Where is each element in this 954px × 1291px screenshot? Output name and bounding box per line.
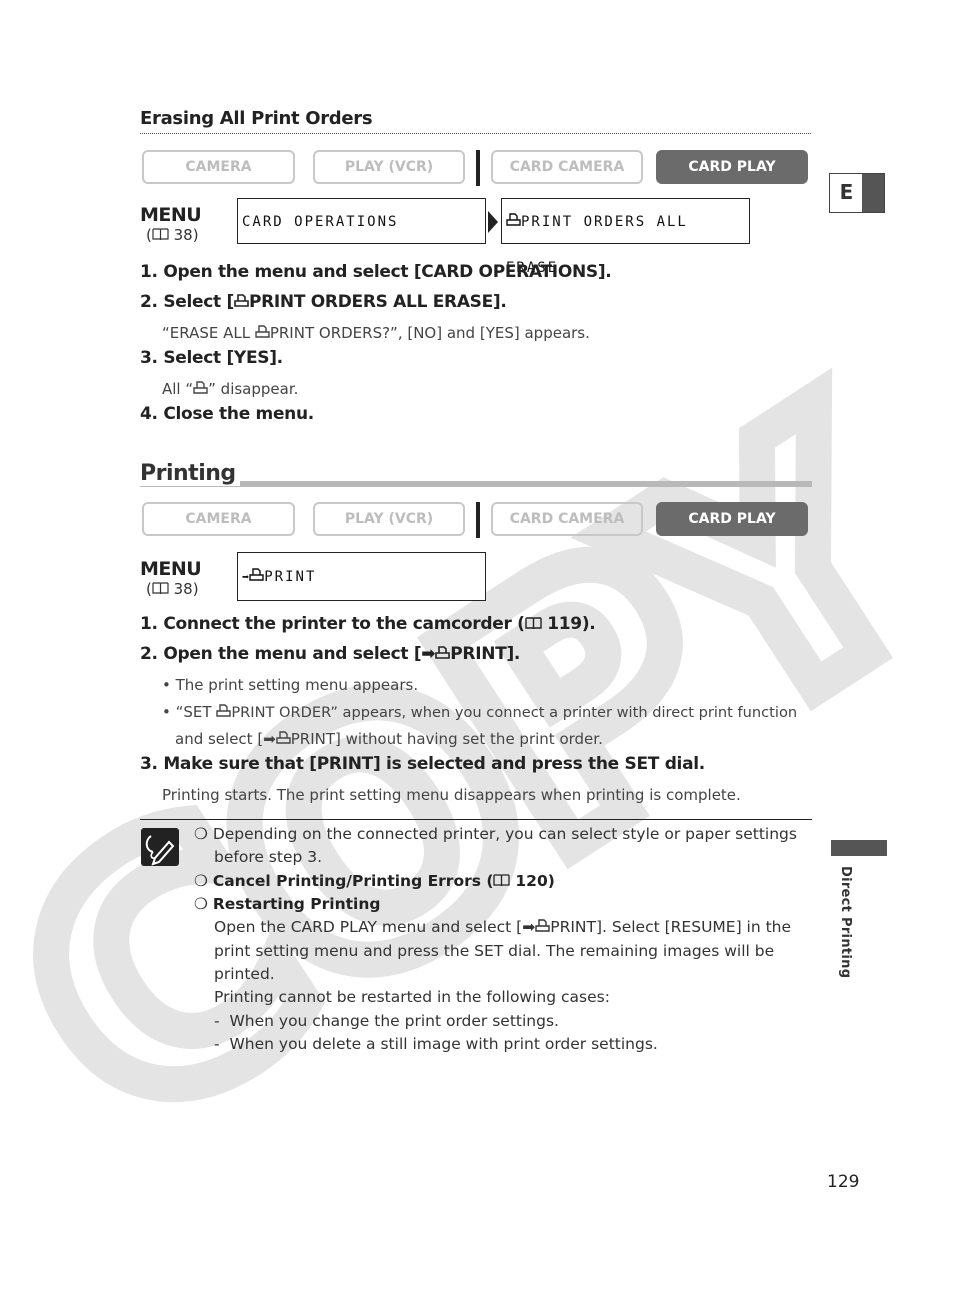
note-3-title: ❍ Restarting Printing	[194, 895, 381, 913]
book-icon	[524, 617, 542, 629]
bullet-2: • “SET PRINT ORDER” appears, when you co…	[162, 703, 798, 721]
step-1: 1. Connect the printer to the camcorder …	[140, 614, 596, 634]
book-icon	[152, 582, 169, 594]
print-order-icon	[234, 294, 249, 307]
mode-indicator-row: CAMERA PLAY (VCR) CARD CAMERA CARD PLAY	[142, 502, 812, 538]
chapter-tab-bar	[831, 840, 887, 856]
step-3: 3. Make sure that [PRINT] is selected an…	[140, 754, 705, 774]
note-3-dash-1: - When you change the print order settin…	[214, 1012, 559, 1030]
arrow-right-icon: ➡	[242, 570, 250, 584]
notes-divider	[140, 819, 812, 820]
print-order-icon	[435, 646, 451, 659]
note-3-line-2: print setting menu and press the SET dia…	[214, 942, 775, 960]
mode-indicator-row: CAMERA PLAY (VCR) CARD CAMERA CARD PLAY	[142, 150, 812, 186]
language-tab-letter: E	[839, 180, 854, 204]
step-3: 3. Select [YES].	[140, 348, 283, 368]
print-order-icon	[193, 381, 208, 394]
step-2: 2. Open the menu and select [➡ PRINT].	[140, 644, 521, 664]
menu-box-print-orders-all-erase: PRINT ORDERS ALL ERASE	[501, 198, 750, 276]
step-2: 2. Select [PRINT ORDERS ALL ERASE].	[140, 292, 507, 312]
print-order-icon	[276, 731, 291, 744]
note-3-line-4: Printing cannot be restarted in the foll…	[214, 988, 610, 1006]
print-order-icon	[535, 919, 550, 932]
bullet-2-line-2: and select [➡ PRINT] without having set t…	[175, 730, 603, 748]
step-1: 1. Open the menu and select [CARD OPERAT…	[140, 262, 612, 282]
print-order-icon	[216, 704, 232, 717]
print-order-icon	[506, 213, 521, 226]
arrow-right-icon: ➡	[263, 730, 276, 748]
menu-arrow-icon	[488, 211, 498, 233]
menu-page-ref: ( 38)	[146, 580, 199, 598]
chapter-title: Direct Printing	[838, 866, 853, 979]
mode-separator	[476, 150, 480, 186]
print-order-icon	[255, 325, 270, 338]
menu-page-ref: ( 38)	[146, 226, 199, 244]
step-3-note: Printing starts. The print setting menu …	[162, 786, 741, 804]
section-title-erasing: Erasing All Print Orders	[140, 108, 373, 129]
arrow-right-icon: ➡	[522, 918, 536, 936]
mode-camera: CAMERA	[142, 150, 295, 184]
mode-card-play: CARD PLAY	[656, 150, 808, 184]
menu-label: MENU	[140, 558, 202, 580]
mode-camera: CAMERA	[142, 502, 295, 536]
mode-card-camera: CARD CAMERA	[491, 150, 643, 184]
page-number: 129	[827, 1172, 860, 1192]
mode-play-vcr: PLAY (VCR)	[313, 150, 465, 184]
bullet-1: • The print setting menu appears.	[162, 676, 419, 694]
step-3-note: All “” disappear.	[162, 380, 299, 398]
menu-page-number: 38	[173, 226, 193, 244]
memo-pencil-icon	[141, 828, 179, 866]
note-1: ❍ Depending on the connected printer, yo…	[194, 825, 797, 843]
arrow-right-icon: ➡	[421, 644, 436, 664]
step-2-note: “ERASE ALL PRINT ORDERS?”, [NO] and [YES…	[162, 324, 590, 342]
section-title-printing: Printing	[140, 461, 240, 486]
section-title-underline	[140, 481, 812, 487]
book-icon	[152, 228, 169, 240]
mode-card-camera: CARD CAMERA	[491, 502, 643, 536]
language-tab: E	[829, 173, 885, 213]
mode-separator	[476, 502, 480, 538]
note-3-line-1: Open the CARD PLAY menu and select [➡ PRI…	[214, 918, 792, 936]
note-3-line-3: printed.	[214, 965, 275, 983]
note-2: ❍ Cancel Printing/Printing Errors ( 120)	[194, 872, 555, 890]
menu-box-card-operations: CARD OPERATIONS	[237, 198, 486, 244]
menu-page-number: 38	[173, 580, 193, 598]
print-order-icon	[249, 568, 264, 581]
note-1-line-2: before step 3.	[214, 848, 323, 866]
mode-play-vcr: PLAY (VCR)	[313, 502, 465, 536]
dotted-divider	[140, 133, 811, 134]
step-4: 4. Close the menu.	[140, 404, 314, 424]
menu-box-text: PRINT	[264, 569, 317, 585]
menu-box-print: ➡ PRINT	[237, 552, 486, 601]
book-icon	[493, 874, 511, 886]
language-tab-fill	[862, 174, 884, 212]
note-3-dash-2: - When you delete a still image with pri…	[214, 1035, 658, 1053]
mode-card-play: CARD PLAY	[656, 502, 808, 536]
menu-label: MENU	[140, 204, 202, 226]
